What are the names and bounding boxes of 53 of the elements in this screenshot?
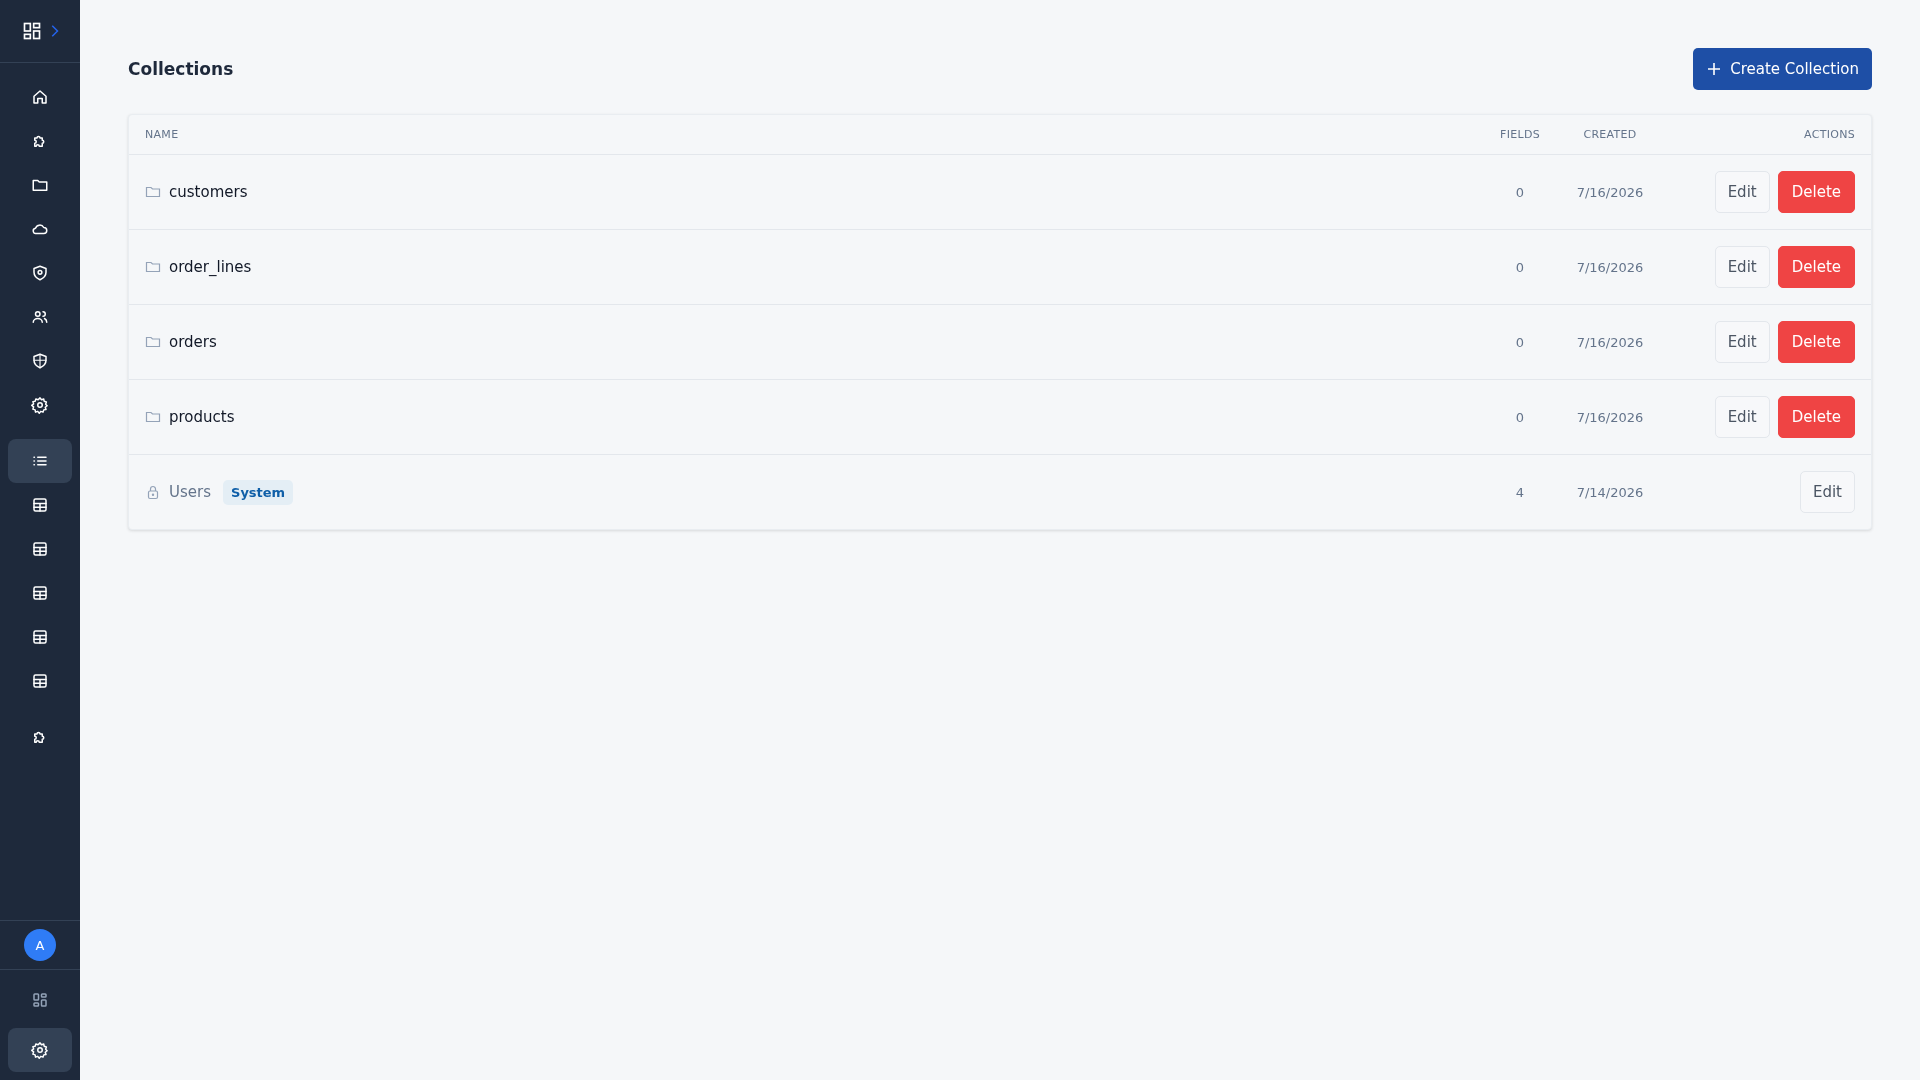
column-header: FIELDS (1499, 128, 1541, 141)
created-date: 7/16/2026 (1575, 334, 1645, 350)
table-icon (31, 628, 49, 646)
column-header: ACTIONS (1803, 128, 1855, 141)
users-icon (31, 308, 49, 326)
created-date: 7/16/2026 (1575, 184, 1645, 200)
folder-icon (145, 334, 161, 350)
delete-button[interactable]: Delete (1777, 171, 1855, 213)
created-date: 7/16/2026 (1575, 259, 1645, 275)
created-date: 7/14/2026 (1575, 484, 1645, 500)
collection-name: customers (169, 183, 248, 201)
edit-button[interactable]: Edit (1714, 171, 1770, 213)
fields-count: 4 (1514, 484, 1526, 500)
fields-count: 0 (1514, 259, 1526, 275)
table-icon (31, 584, 49, 602)
settings-icon (31, 396, 49, 414)
page-title: Collections (128, 59, 234, 79)
table-icon (31, 496, 49, 514)
grid-icon[interactable] (21, 21, 42, 41)
shield-icon (31, 352, 49, 370)
shield-icon (31, 264, 49, 282)
fields-count: 0 (1514, 184, 1526, 200)
create-collection-button[interactable]: Create Collection (1693, 48, 1872, 90)
delete-button[interactable]: Delete (1777, 396, 1855, 438)
user-avatar[interactable]: A (24, 929, 56, 961)
grid-icon (31, 991, 49, 1009)
system-badge: System (223, 479, 294, 505)
fields-count: 0 (1514, 409, 1526, 425)
edit-button[interactable]: Edit (1714, 246, 1770, 288)
edit-button[interactable]: Edit (1799, 471, 1855, 513)
table-icon (31, 672, 49, 690)
edit-button[interactable]: Edit (1714, 396, 1770, 438)
chevron-icon[interactable] (49, 23, 59, 39)
lock-icon (145, 484, 161, 500)
delete-button[interactable]: Delete (1777, 321, 1855, 363)
created-date: 7/16/2026 (1575, 409, 1645, 425)
folder-icon (145, 409, 161, 425)
folder-icon (145, 184, 161, 200)
fields-count: 0 (1514, 334, 1526, 350)
collection-name: order_lines (169, 258, 252, 276)
delete-button[interactable]: Delete (1777, 246, 1855, 288)
column-header: NAME (145, 128, 180, 141)
column-header: CREATED (1582, 128, 1638, 141)
collection-name: products (169, 408, 235, 426)
collection-name: orders (169, 333, 217, 351)
settings-icon (31, 1041, 49, 1059)
nav-item[interactable] (8, 1028, 72, 1072)
collection-name: Users (169, 483, 211, 501)
plus-icon (1706, 61, 1723, 77)
folder-icon (145, 259, 161, 275)
table-icon (31, 540, 49, 558)
edit-button[interactable]: Edit (1714, 321, 1770, 363)
home-icon (31, 88, 49, 106)
